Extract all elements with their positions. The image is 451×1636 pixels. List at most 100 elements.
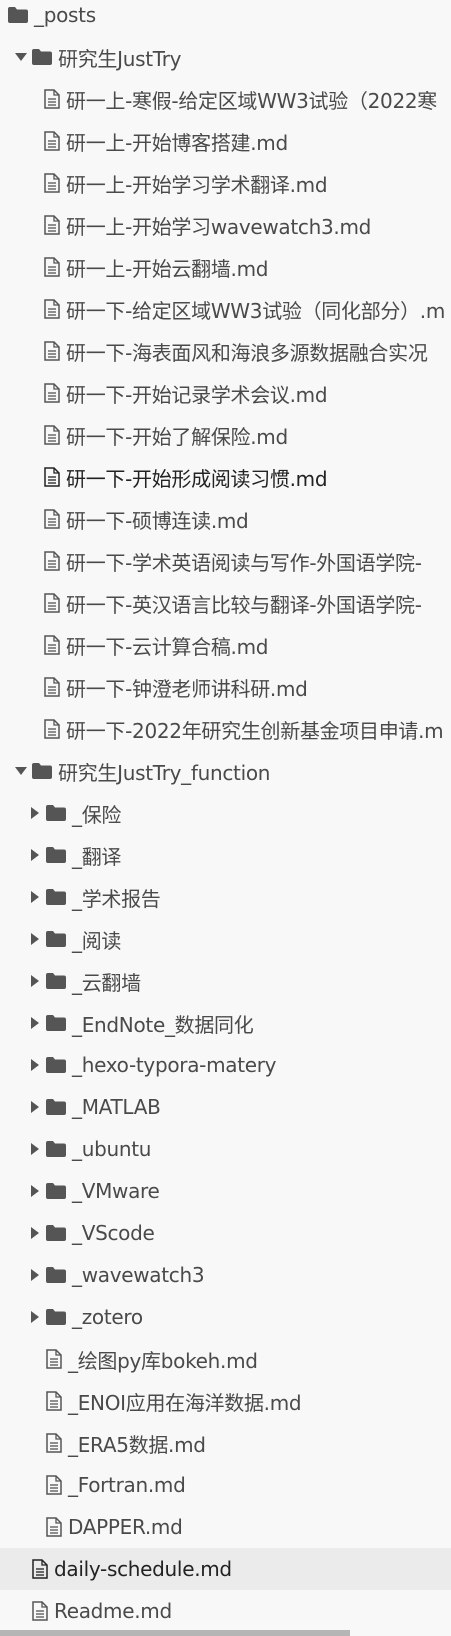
tree-root-file-label: daily-schedule.md [54, 1557, 232, 1581]
chevron-right-icon[interactable] [28, 890, 42, 904]
tree-subfolder[interactable]: _保险 [0, 792, 451, 834]
file-icon [44, 425, 60, 445]
folder-icon [46, 1183, 66, 1199]
tree-file[interactable]: 研一下-开始形成阅读习惯.md [0, 456, 451, 498]
tree-root-posts[interactable]: _posts [0, 0, 451, 36]
tree-file[interactable]: 研一下-2022年研究生创新基金项目申请.m [0, 708, 451, 750]
tree-file[interactable]: 研一下-英汉语言比较与翻译-外国语学院- [0, 582, 451, 624]
file-icon [46, 1349, 62, 1369]
tree-file[interactable]: 研一上-寒假-给定区域WW3试验（2022寒 [0, 78, 451, 120]
tree-file[interactable]: 研一下-钟澄老师讲科研.md [0, 666, 451, 708]
tree-file[interactable]: _ERA5数据.md [0, 1422, 451, 1464]
tree-root-file-label: Readme.md [54, 1599, 172, 1623]
chevron-right-icon[interactable] [28, 1310, 42, 1324]
tree-root-file[interactable]: daily-schedule.md [0, 1548, 451, 1590]
tree-file[interactable]: 研一下-海表面风和海浪多源数据融合实况 [0, 330, 451, 372]
tree-file-label: _ENOI应用在海洋数据.md [68, 1390, 302, 1415]
tree-file-label: 研一下-开始形成阅读习惯.md [66, 466, 328, 491]
tree-file-label: 研一上-开始博客搭建.md [66, 130, 288, 155]
tree-file[interactable]: 研一上-开始云翻墙.md [0, 246, 451, 288]
tree-subfolder[interactable]: _MATLAB [0, 1086, 451, 1128]
chevron-right-icon[interactable] [28, 1142, 42, 1156]
file-icon [44, 551, 60, 571]
tree-subfolder-label: _保险 [72, 802, 122, 827]
file-icon [44, 635, 60, 655]
file-icon [44, 509, 60, 529]
tree-file[interactable]: _绘图py库bokeh.md [0, 1338, 451, 1380]
tree-file[interactable]: 研一下-给定区域WW3试验（同化部分）.m [0, 288, 451, 330]
folder-icon [46, 1309, 66, 1325]
chevron-right-icon[interactable] [28, 806, 42, 820]
chevron-right-icon[interactable] [28, 1100, 42, 1114]
tree-subfolder-label: _VMware [72, 1179, 160, 1203]
tree-file-label: 研一上-开始学习wavewatch3.md [66, 214, 372, 239]
folder-icon [46, 1057, 66, 1073]
file-icon [44, 383, 60, 403]
file-icon [46, 1433, 62, 1453]
tree-subfolder[interactable]: _VMware [0, 1170, 451, 1212]
tree-subfolder[interactable]: _阅读 [0, 918, 451, 960]
folder-icon [46, 973, 66, 989]
chevron-right-icon[interactable] [28, 932, 42, 946]
chevron-right-icon[interactable] [28, 1058, 42, 1072]
folder-icon [32, 49, 52, 65]
tree-file-label: 研一下-2022年研究生创新基金项目申请.m [66, 718, 444, 743]
file-icon [44, 677, 60, 697]
tree-subfolder[interactable]: _云翻墙 [0, 960, 451, 1002]
tree-file[interactable]: 研一上-开始博客搭建.md [0, 120, 451, 162]
file-icon [32, 1601, 48, 1621]
tree-subfolder-label: _ubuntu [72, 1137, 152, 1161]
chevron-down-icon[interactable] [14, 50, 28, 64]
file-icon [32, 1559, 48, 1579]
tree-file[interactable]: DAPPER.md [0, 1506, 451, 1548]
tree-subfolder-label: _学术报告 [72, 886, 161, 911]
tree-file[interactable]: 研一下-云计算合稿.md [0, 624, 451, 666]
tree-root-posts-label: _posts [34, 3, 96, 27]
tree-subfolder-label: _zotero [72, 1305, 143, 1329]
tree-root-file[interactable]: Readme.md [0, 1590, 451, 1632]
tree-file[interactable]: 研一下-硕博连读.md [0, 498, 451, 540]
file-icon [46, 1517, 62, 1537]
folder-icon [46, 1225, 66, 1241]
file-icon [44, 467, 60, 487]
horizontal-scrollbar[interactable] [0, 1630, 350, 1636]
tree-file[interactable]: 研一下-开始记录学术会议.md [0, 372, 451, 414]
chevron-right-icon[interactable] [28, 1268, 42, 1282]
tree-file-label: 研一下-海表面风和海浪多源数据融合实况 [66, 340, 428, 365]
file-icon [44, 593, 60, 613]
tree-folder-justtry-label: 研究生JustTry [58, 46, 182, 71]
tree-file-label: _Fortran.md [68, 1473, 186, 1497]
chevron-right-icon[interactable] [28, 848, 42, 862]
tree-subfolder[interactable]: _wavewatch3 [0, 1254, 451, 1296]
tree-file-label: 研一上-开始云翻墙.md [66, 256, 269, 281]
tree-subfolder[interactable]: _EndNote_数据同化 [0, 1002, 451, 1044]
tree-subfolder[interactable]: _VScode [0, 1212, 451, 1254]
tree-subfolder[interactable]: _ubuntu [0, 1128, 451, 1170]
tree-subfolder-label: _wavewatch3 [72, 1263, 205, 1287]
tree-file[interactable]: 研一上-开始学习学术翻译.md [0, 162, 451, 204]
chevron-down-icon[interactable] [14, 764, 28, 778]
tree-subfolder[interactable]: _学术报告 [0, 876, 451, 918]
tree-file[interactable]: _Fortran.md [0, 1464, 451, 1506]
tree-file[interactable]: 研一下-开始了解保险.md [0, 414, 451, 456]
tree-file[interactable]: 研一下-学术英语阅读与写作-外国语学院- [0, 540, 451, 582]
file-icon [44, 89, 60, 109]
file-icon [44, 215, 60, 235]
tree-file[interactable]: 研一上-开始学习wavewatch3.md [0, 204, 451, 246]
file-icon [44, 257, 60, 277]
tree-subfolder[interactable]: _翻译 [0, 834, 451, 876]
chevron-right-icon[interactable] [28, 1016, 42, 1030]
tree-file[interactable]: _ENOI应用在海洋数据.md [0, 1380, 451, 1422]
file-icon [44, 341, 60, 361]
tree-folder-justtry-function[interactable]: 研究生JustTry_function [0, 750, 451, 792]
tree-subfolder[interactable]: _zotero [0, 1296, 451, 1338]
chevron-right-icon[interactable] [28, 1184, 42, 1198]
tree-file-label: 研一上-寒假-给定区域WW3试验（2022寒 [66, 88, 438, 113]
folder-icon [46, 931, 66, 947]
tree-subfolder[interactable]: _hexo-typora-matery [0, 1044, 451, 1086]
file-icon [44, 131, 60, 151]
tree-folder-justtry[interactable]: 研究生JustTry [0, 36, 451, 78]
chevron-right-icon[interactable] [28, 1226, 42, 1240]
chevron-right-icon[interactable] [28, 974, 42, 988]
tree-folder-justtry-function-label: 研究生JustTry_function [58, 760, 271, 785]
